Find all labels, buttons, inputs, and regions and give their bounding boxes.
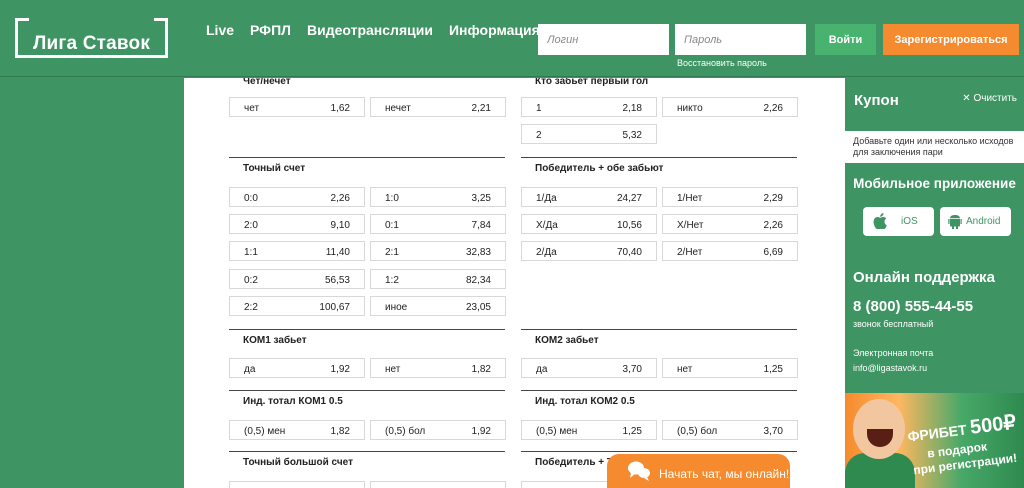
odd-cell[interactable]: 0:1 7,84 — [370, 214, 506, 234]
odd-cell[interactable]: 1:0 3,25 — [370, 187, 506, 207]
odd-cell[interactable]: 0:0 2,26 — [229, 187, 365, 207]
android-icon — [948, 215, 962, 229]
logo[interactable]: Лига Ставок — [15, 18, 168, 58]
nav-info[interactable]: Информация — [449, 22, 540, 38]
odd-cell[interactable]: (0,5) бол 1,92 — [370, 420, 506, 440]
market-title: Точный счет — [229, 157, 505, 175]
odd-cell[interactable]: нет 1,82 — [370, 358, 506, 378]
mobile-app-section: Мобильное приложение iOS Android — [845, 163, 1024, 251]
coupon-header: Купон ✕ Очистить — [845, 78, 1024, 131]
market-exact-score: Точный счет — [229, 157, 505, 175]
market-exact-big-score: Точный большой счет — [229, 451, 505, 469]
odds-content: Чет/нечет чет 1,62 нечет 2,21 Кто забьет… — [184, 78, 813, 488]
odd-cell[interactable]: чет 1,62 — [229, 97, 365, 117]
market-title: Инд. тотал КОМ2 0.5 — [521, 390, 797, 408]
odd-cell[interactable]: (0,5) мен 1,25 — [521, 420, 657, 440]
content-right-gutter — [813, 78, 845, 488]
coupon-hint: Добавьте один или несколько исходов для … — [845, 131, 1024, 163]
password-input[interactable] — [675, 24, 806, 55]
market-team2-scores: КОМ2 забьет — [521, 329, 797, 347]
odd-cell[interactable]: нет 1,25 — [662, 358, 798, 378]
odd-cell[interactable]: X/Нет 2,26 — [662, 214, 798, 234]
odd-cell[interactable]: X/Да 10,56 — [521, 214, 657, 234]
market-title: Инд. тотал КОМ1 0.5 — [229, 390, 505, 408]
login-button[interactable]: Войти — [815, 24, 876, 55]
ios-app-button[interactable]: iOS — [863, 207, 934, 236]
odd-cell[interactable]: иное 23,05 — [370, 296, 506, 316]
odd-cell[interactable]: нечет 2,21 — [370, 97, 506, 117]
odd-cell[interactable]: 1 2,18 — [521, 97, 657, 117]
odd-cell[interactable]: 2 5,32 — [521, 124, 657, 144]
odd-cell[interactable]: 2:1 32,83 — [370, 241, 506, 261]
nav-rfpl[interactable]: РФПЛ — [250, 22, 291, 38]
odd-cell[interactable]: 2:2 100,67 — [229, 296, 365, 316]
market-first-goal: Кто забьет первый гол — [521, 78, 797, 88]
login-input[interactable] — [538, 24, 669, 55]
market-odd-even: Чет/нечет — [229, 78, 505, 88]
odd-cell[interactable]: 2/Нет 6,69 — [662, 241, 798, 261]
odd-cell[interactable] — [229, 481, 365, 488]
odd-cell[interactable]: (0,5) бол 3,70 — [662, 420, 798, 440]
odd-cell[interactable]: (0,5) мен 1,82 — [229, 420, 365, 440]
nav-live[interactable]: Live — [206, 22, 234, 38]
odd-cell[interactable]: 2:0 9,10 — [229, 214, 365, 234]
chat-widget-button[interactable]: Начать чат, мы онлайн! — [607, 454, 790, 488]
market-title: Точный большой счет — [229, 451, 505, 469]
odd-cell[interactable]: 2/Да 70,40 — [521, 241, 657, 261]
chat-bubble-icon — [628, 461, 650, 481]
email-label: Электронная почта — [853, 348, 934, 358]
coupon-clear-button[interactable]: ✕ Очистить — [962, 93, 1017, 104]
support-phone[interactable]: 8 (800) 555-44-55 — [853, 298, 973, 315]
market-title: Победитель + обе забьют — [521, 157, 797, 175]
support-section: Онлайн поддержка 8 (800) 555-44-55 звоно… — [845, 256, 1024, 386]
support-title: Онлайн поддержка — [853, 269, 995, 286]
market-team2-total: Инд. тотал КОМ2 0.5 — [521, 390, 797, 408]
apple-icon — [873, 213, 887, 229]
phone-note: звонок бесплатный — [853, 319, 934, 329]
market-winner-both-score: Победитель + обе забьют — [521, 157, 797, 175]
mobile-title: Мобильное приложение — [853, 176, 1016, 191]
odd-cell[interactable]: 1:1 11,40 — [229, 241, 365, 261]
site-header: Лига Ставок Live РФПЛ Видеотрансляции Ин… — [0, 0, 1024, 77]
market-title: КОМ1 забьет — [229, 329, 505, 347]
close-icon: ✕ — [962, 93, 971, 104]
market-team1-total: Инд. тотал КОМ1 0.5 — [229, 390, 505, 408]
restore-password-link[interactable]: Восстановить пароль — [677, 58, 767, 68]
odd-cell[interactable] — [370, 481, 506, 488]
logo-text: Лига Ставок — [32, 33, 151, 54]
odd-cell[interactable]: 1:2 82,34 — [370, 269, 506, 289]
nav-video[interactable]: Видеотрансляции — [307, 22, 433, 38]
market-title: КОМ2 забьет — [521, 329, 797, 347]
sidebar: Купон ✕ Очистить Добавьте один или неско… — [845, 78, 1024, 488]
main-nav: Live РФПЛ Видеотрансляции Информация — [206, 22, 540, 38]
odd-cell[interactable]: 1/Нет 2,29 — [662, 187, 798, 207]
support-email[interactable]: info@ligastavok.ru — [853, 363, 927, 373]
odd-cell[interactable]: да 1,92 — [229, 358, 365, 378]
register-button[interactable]: Зарегистрироваться — [883, 24, 1019, 55]
odd-cell[interactable]: 1/Да 24,27 — [521, 187, 657, 207]
odd-cell[interactable]: да 3,70 — [521, 358, 657, 378]
market-title: Кто забьет первый гол — [521, 78, 797, 88]
market-team1-scores: КОМ1 забьет — [229, 329, 505, 347]
android-app-button[interactable]: Android — [940, 207, 1011, 236]
odd-cell[interactable]: никто 2,26 — [662, 97, 798, 117]
market-title: Чет/нечет — [229, 78, 505, 88]
odd-cell[interactable]: 0:2 56,53 — [229, 269, 365, 289]
freebet-banner[interactable]: ФРИБЕТ 500₽ в подарок при регистрации! — [845, 393, 1024, 488]
coupon-title: Купон — [854, 92, 899, 109]
